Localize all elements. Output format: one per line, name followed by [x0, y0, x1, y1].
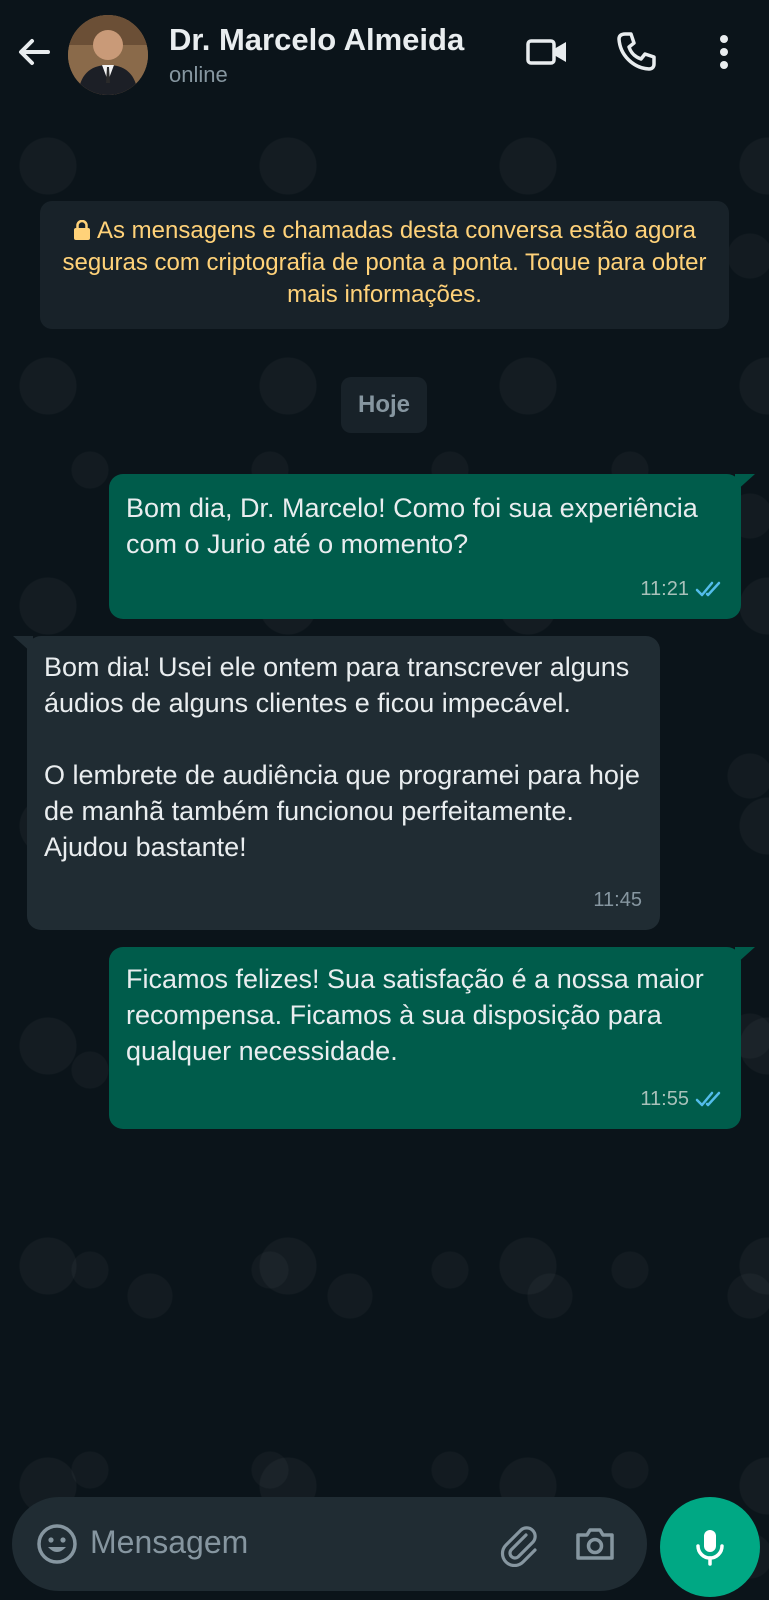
emoji-icon[interactable] [34, 1521, 80, 1567]
message-time: 11:45 [593, 889, 642, 911]
voice-message-button[interactable] [660, 1497, 760, 1597]
message-text: Ficamos felizes! Sua satisfação é a noss… [126, 964, 704, 1066]
message-bubble-outgoing[interactable]: Bom dia, Dr. Marcelo! Como foi sua exper… [109, 474, 755, 619]
bubble-tail [13, 636, 33, 654]
message-text: Bom dia, Dr. Marcelo! Como foi sua exper… [126, 493, 698, 559]
message-input[interactable]: Mensagem [90, 1524, 248, 1561]
message-bubble-incoming[interactable]: Bom dia! Usei ele ontem para transcrever… [13, 636, 660, 930]
attach-clip-icon[interactable] [496, 1521, 542, 1567]
read-ticks-icon [695, 581, 721, 597]
message-composer[interactable]: Mensagem [12, 1497, 647, 1591]
lock-icon [73, 220, 90, 240]
video-call-icon[interactable] [524, 28, 572, 76]
bubble-tail [735, 474, 755, 492]
message-text: Bom dia! Usei ele ontem para transcrever… [44, 652, 640, 862]
chat-header: Dr. Marcelo Almeida online [0, 0, 769, 100]
contact-avatar[interactable] [68, 15, 148, 95]
read-ticks-icon [695, 1091, 721, 1107]
contact-name[interactable]: Dr. Marcelo Almeida [169, 22, 464, 58]
encryption-notice[interactable]: As mensagens e chamadas desta conversa e… [40, 201, 729, 329]
message-time: 11:21 [640, 578, 689, 600]
more-options-icon[interactable] [700, 28, 748, 76]
voice-call-icon[interactable] [612, 28, 660, 76]
camera-icon[interactable] [572, 1521, 618, 1567]
message-bubble-outgoing[interactable]: Ficamos felizes! Sua satisfação é a noss… [109, 947, 755, 1129]
back-arrow-icon[interactable] [12, 30, 56, 74]
message-time: 11:55 [640, 1088, 689, 1110]
contact-status: online [169, 62, 228, 87]
microphone-icon [696, 1530, 724, 1566]
encryption-notice-text: As mensagens e chamadas desta conversa e… [62, 217, 707, 308]
bubble-tail [735, 947, 755, 965]
date-chip: Hoje [341, 377, 427, 433]
